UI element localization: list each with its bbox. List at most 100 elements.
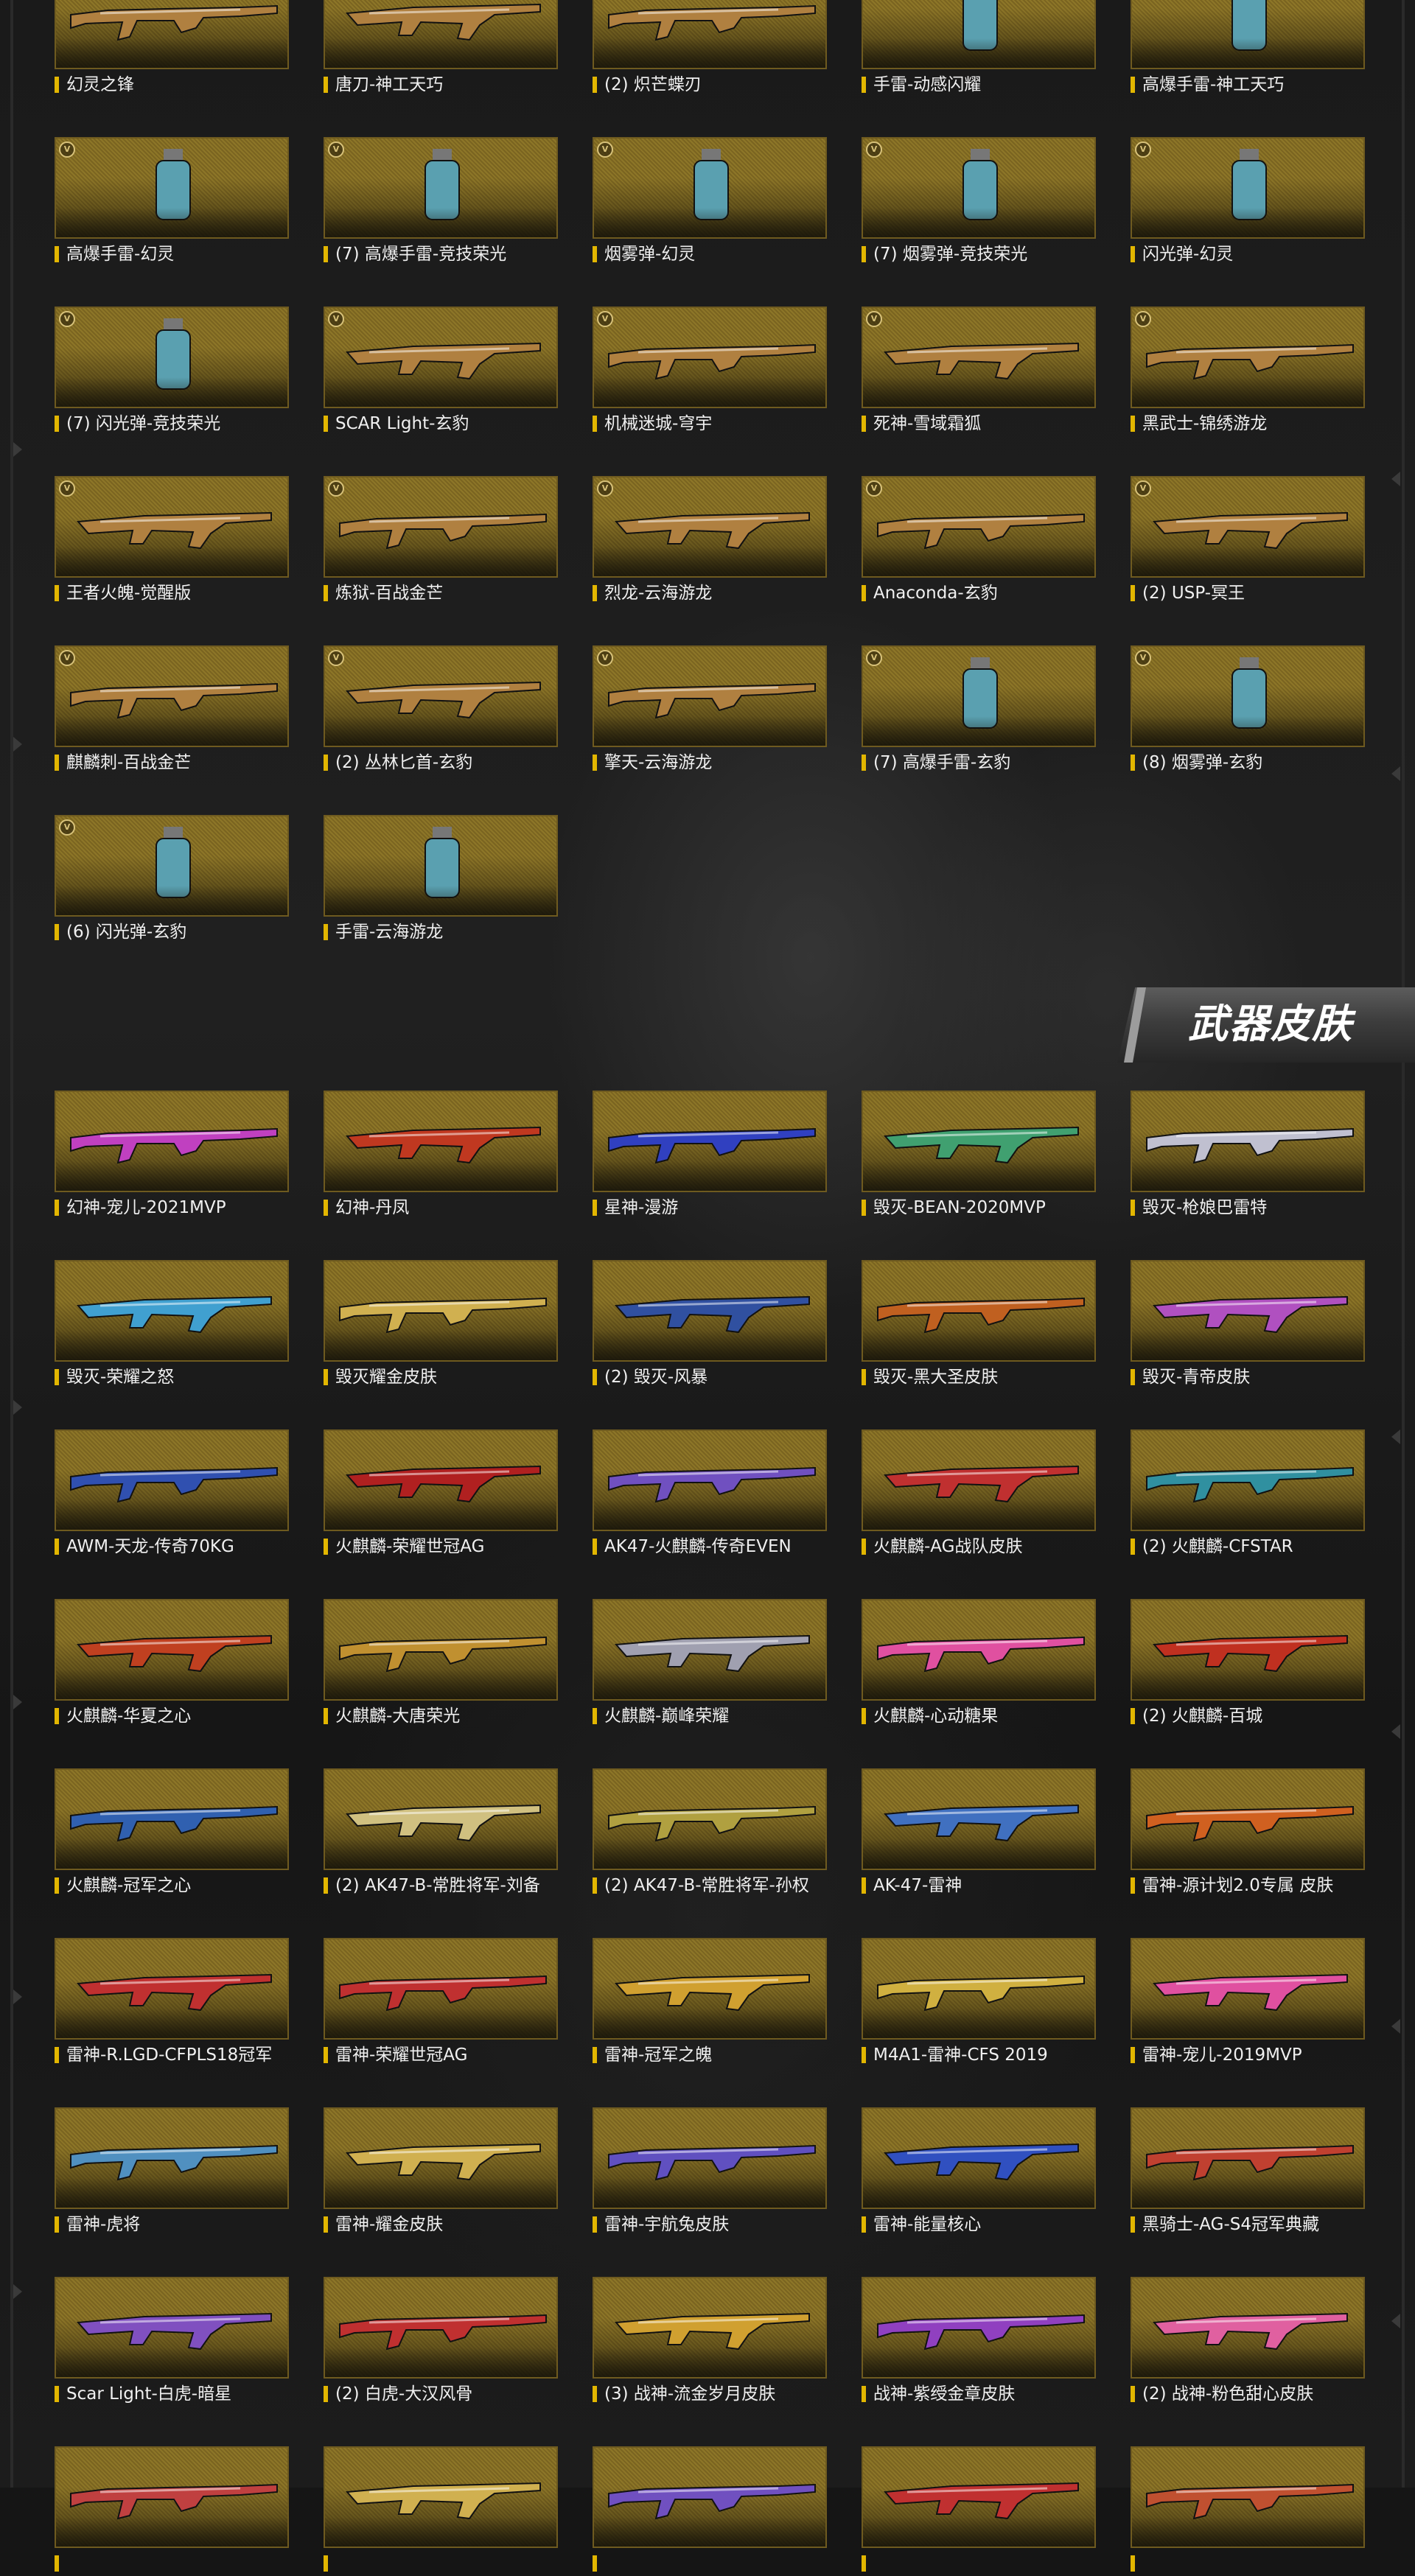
weapon-skin-card	[324, 1429, 558, 1531]
weapon-skin-item[interactable]: 雷神-源计划2.0专属 皮肤	[1131, 1768, 1365, 1898]
weapon-skin-item[interactable]: 雷神-能量核心	[862, 2107, 1096, 2237]
weapon-skin-item[interactable]: 火麒麟-大唐荣光	[324, 1599, 558, 1729]
weapon-skin-item[interactable]: 黑骑士-AG-S4冠军典藏	[1131, 2107, 1365, 2237]
equipment-item[interactable]: V (7) 高爆手雷-玄豹	[862, 645, 1096, 775]
weapon-skin-item[interactable]	[1131, 2446, 1365, 2576]
equipment-card: V	[862, 645, 1096, 747]
weapon-skin-item[interactable]: 毁灭-枪娘巴雷特	[1131, 1091, 1365, 1220]
equipment-item[interactable]: V 高爆手雷-神工天巧	[1131, 0, 1365, 97]
equipment-item[interactable]: 手雷-云海游龙	[324, 815, 558, 945]
knife-icon	[345, 681, 541, 719]
weapon-skin-item[interactable]: 雷神-宠儿-2019MVP	[1131, 1938, 1365, 2068]
equipment-item[interactable]: V 黑武士-锦绣游龙	[1131, 307, 1365, 436]
weapon-skin-name: (2) AK47-B-常胜将军-孙权	[593, 1876, 827, 1895]
edge-chevron-icon	[1391, 2019, 1400, 2034]
weapon-skin-item[interactable]: 幻神-丹凤	[324, 1091, 558, 1220]
weapon-skin-name: 火麒麟-冠军之心	[55, 1876, 289, 1895]
weapon-skin-item[interactable]: 毁灭-荣耀之怒	[55, 1260, 289, 1390]
weapon-skin-item[interactable]: 雷神-冠军之魄	[593, 1938, 827, 2068]
equipment-item[interactable]: V SCAR Light-玄豹	[324, 307, 558, 436]
equipment-item[interactable]: V 闪光弹-幻灵	[1131, 137, 1365, 267]
weapon-skin-item[interactable]: Scar Light-白虎-暗星	[55, 2277, 289, 2407]
weapon-skin-name: AK-47-雷神	[862, 1876, 1096, 1895]
weapon-skin-item[interactable]: 火麒麟-AG战队皮肤	[862, 1429, 1096, 1559]
weapon-skin-item[interactable]	[55, 2446, 289, 2576]
weapon-skin-item[interactable]	[324, 2446, 558, 2576]
weapon-icon	[339, 2314, 547, 2351]
weapon-skin-name: (2) 火麒麟-CFSTAR	[1131, 1537, 1365, 1556]
weapon-skin-item[interactable]: 毁灭-黑大圣皮肤	[862, 1260, 1096, 1390]
weapon-skin-item[interactable]: 毁灭-青帝皮肤	[1131, 1260, 1365, 1390]
weapon-skin-item[interactable]: 雷神-虎将	[55, 2107, 289, 2237]
weapon-skin-item[interactable]: (2) 战神-粉色甜心皮肤	[1131, 2277, 1365, 2407]
weapon-skin-item[interactable]: AWM-天龙-传奇70KG	[55, 1429, 289, 1559]
equipment-item[interactable]: V 炼狱-百战金芒	[324, 476, 558, 606]
weapon-skin-item[interactable]: 毁灭耀金皮肤	[324, 1260, 558, 1390]
weapon-skin-name: (2) AK47-B-常胜将军-刘备	[324, 1876, 558, 1895]
weapon-skin-item[interactable]: 星神-漫游	[593, 1091, 827, 1220]
weapon-skin-card	[862, 2107, 1096, 2209]
weapon-icon	[70, 2144, 278, 2181]
weapon-skin-item[interactable]: AK-47-雷神	[862, 1768, 1096, 1898]
weapon-skin-item[interactable]: 火麒麟-华夏之心	[55, 1599, 289, 1729]
weapon-skin-item[interactable]: 雷神-R.LGD-CFPLS18冠军	[55, 1938, 289, 2068]
weapon-skin-item[interactable]: 火麒麟-冠军之心	[55, 1768, 289, 1898]
weapon-skin-item[interactable]: 火麒麟-巅峰荣耀	[593, 1599, 827, 1729]
equipment-item[interactable]: V 烟雾弹-幻灵	[593, 137, 827, 267]
weapon-skin-name: 毁灭-青帝皮肤	[1131, 1368, 1365, 1387]
equipment-item[interactable]: V 擎天-云海游龙	[593, 645, 827, 775]
equipment-item[interactable]: V 唐刀-神工天巧	[324, 0, 558, 97]
equipment-item[interactable]: V Anaconda-玄豹	[862, 476, 1096, 606]
equipment-item[interactable]: V (2) 丛林匕首-玄豹	[324, 645, 558, 775]
equipment-item[interactable]: V (7) 闪光弹-竞技荣光	[55, 307, 289, 436]
equipment-card: V	[55, 476, 289, 578]
weapon-skin-card	[593, 1429, 827, 1531]
weapon-skin-card	[1131, 2277, 1365, 2379]
weapon-icon	[608, 1127, 816, 1164]
weapon-skin-item[interactable]: 战神-紫绶金章皮肤	[862, 2277, 1096, 2407]
weapon-skin-item[interactable]: (2) 火麒麟-CFSTAR	[1131, 1429, 1365, 1559]
equipment-card: V	[324, 137, 558, 239]
equipment-name: (2) 炽芒蝶刃	[593, 75, 827, 94]
equipment-item[interactable]: V (7) 高爆手雷-竞技荣光	[324, 137, 558, 267]
weapon-skin-name	[55, 2554, 289, 2573]
equipment-card: V	[1131, 307, 1365, 408]
weapon-skin-item[interactable]: (2) 白虎-大汉风骨	[324, 2277, 558, 2407]
weapon-skin-item[interactable]: (2) AK47-B-常胜将军-刘备	[324, 1768, 558, 1898]
weapon-skin-item[interactable]: (2) 火麒麟-百城	[1131, 1599, 1365, 1729]
weapon-skin-card	[55, 1260, 289, 1362]
weapon-skin-item[interactable]	[593, 2446, 827, 2576]
equipment-item[interactable]: V (7) 烟雾弹-竞技荣光	[862, 137, 1096, 267]
weapon-icon	[608, 1466, 816, 1503]
weapon-skin-item[interactable]: (2) AK47-B-常胜将军-孙权	[593, 1768, 827, 1898]
weapon-skin-item[interactable]: AK47-火麒麟-传奇EVEN	[593, 1429, 827, 1559]
weapon-skin-item[interactable]: 火麒麟-心动糖果	[862, 1599, 1096, 1729]
equipment-item[interactable]: V 烈龙-云海游龙	[593, 476, 827, 606]
knife-icon	[70, 4, 278, 41]
weapon-skin-item[interactable]: 火麒麟-荣耀世冠AG	[324, 1429, 558, 1559]
edge-chevron-icon	[13, 1400, 22, 1415]
weapon-skin-item[interactable]	[862, 2446, 1096, 2576]
equipment-item[interactable]: V 王者火魄-觉醒版	[55, 476, 289, 606]
weapon-skin-item[interactable]: M4A1-雷神-CFS 2019	[862, 1938, 1096, 2068]
weapon-skin-item[interactable]: 雷神-耀金皮肤	[324, 2107, 558, 2237]
weapon-skin-item[interactable]: 雷神-荣耀世冠AG	[324, 1938, 558, 2068]
weapon-skin-item[interactable]: (3) 战神-流金岁月皮肤	[593, 2277, 827, 2407]
weapon-skin-name: 幻神-宠儿-2021MVP	[55, 1198, 289, 1217]
equipment-item[interactable]: V 幻灵之锋	[55, 0, 289, 97]
equipment-item[interactable]: V 麒麟刺-百战金芒	[55, 645, 289, 775]
equipment-item[interactable]: V 手雷-动感闪耀	[862, 0, 1096, 97]
equipment-item[interactable]: V (8) 烟雾弹-玄豹	[1131, 645, 1365, 775]
equipment-item[interactable]: V 高爆手雷-幻灵	[55, 137, 289, 267]
equipment-item[interactable]: V (2) 炽芒蝶刃	[593, 0, 827, 97]
weapon-skin-item[interactable]: 雷神-宇航兔皮肤	[593, 2107, 827, 2237]
weapon-skin-name: 火麒麟-AG战队皮肤	[862, 1537, 1096, 1556]
weapon-skin-item[interactable]: 毁灭-BEAN-2020MVP	[862, 1091, 1096, 1220]
equipment-item[interactable]: V (6) 闪光弹-玄豹	[55, 815, 289, 945]
equipment-item[interactable]: V 死神-雪域霜狐	[862, 307, 1096, 436]
weapon-skin-item[interactable]: (2) 毁灭-风暴	[593, 1260, 827, 1390]
weapon-icon	[76, 1634, 272, 1673]
equipment-item[interactable]: V 机械迷城-穹宇	[593, 307, 827, 436]
equipment-item[interactable]: V (2) USP-冥王	[1131, 476, 1365, 606]
weapon-skin-item[interactable]: 幻神-宠儿-2021MVP	[55, 1091, 289, 1220]
